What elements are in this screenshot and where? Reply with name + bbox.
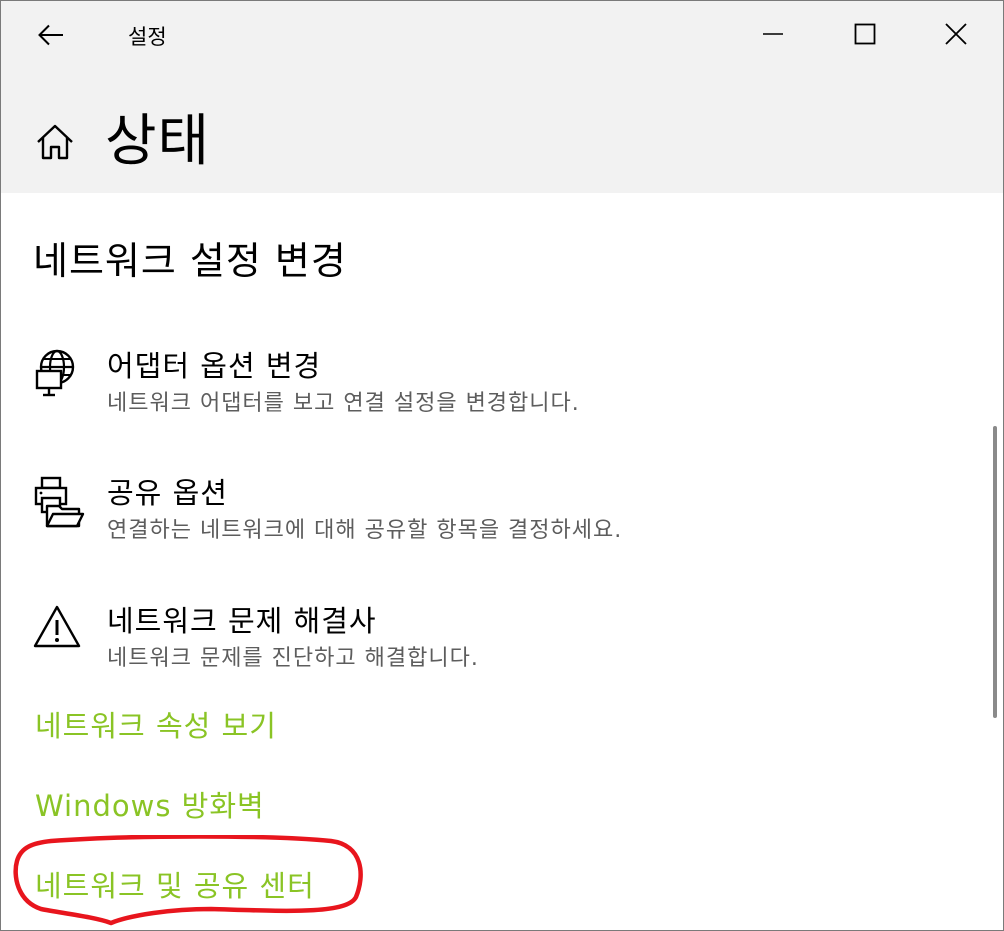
minimize-button[interactable] bbox=[743, 11, 803, 57]
option-title: 네트워크 문제 해결사 bbox=[107, 604, 377, 638]
home-icon[interactable] bbox=[35, 122, 75, 162]
network-sharing-center-link[interactable]: 네트워크 및 공유 센터 bbox=[35, 863, 315, 905]
minimize-icon bbox=[763, 33, 783, 35]
windows-firewall-link[interactable]: Windows 방화벽 bbox=[35, 783, 265, 825]
maximize-button[interactable] bbox=[835, 11, 895, 57]
printer-folder-icon bbox=[34, 476, 85, 528]
page-title: 상태 bbox=[105, 109, 211, 174]
page-header: 상태 bbox=[35, 107, 210, 177]
close-button[interactable] bbox=[926, 11, 986, 57]
option-sharing-options[interactable]: 공유 옵션 연결하는 네트워크에 대해 공유할 항목을 결정하세요. bbox=[33, 476, 933, 552]
globe-monitor-icon bbox=[35, 349, 75, 397]
settings-window: 설정 상태 네트워크 설정 변경 어댑터 옵션 변경 네트워크 어댑터를 보고 … bbox=[0, 0, 1004, 931]
scrollbar-thumb[interactable] bbox=[993, 426, 997, 718]
view-network-properties-link[interactable]: 네트워크 속성 보기 bbox=[35, 703, 277, 745]
option-title: 어댑터 옵션 변경 bbox=[107, 349, 322, 383]
section-title: 네트워크 설정 변경 bbox=[33, 239, 347, 283]
maximize-icon bbox=[854, 23, 876, 45]
back-button[interactable] bbox=[23, 15, 79, 55]
option-description: 네트워크 어댑터를 보고 연결 설정을 변경합니다. bbox=[107, 391, 580, 416]
option-title: 공유 옵션 bbox=[107, 476, 228, 510]
option-network-troubleshooter[interactable]: 네트워크 문제 해결사 네트워크 문제를 진단하고 해결합니다. bbox=[33, 604, 933, 680]
option-description: 연결하는 네트워크에 대해 공유할 항목을 결정하세요. bbox=[107, 518, 623, 543]
arrow-left-icon bbox=[38, 24, 63, 46]
close-icon bbox=[945, 23, 967, 45]
window-title: 설정 bbox=[128, 25, 167, 49]
option-description: 네트워크 문제를 진단하고 해결합니다. bbox=[107, 646, 479, 671]
option-adapter-settings[interactable]: 어댑터 옵션 변경 네트워크 어댑터를 보고 연결 설정을 변경합니다. bbox=[33, 349, 933, 425]
title-bar: 설정 bbox=[1, 1, 1003, 67]
warning-icon bbox=[33, 605, 81, 648]
